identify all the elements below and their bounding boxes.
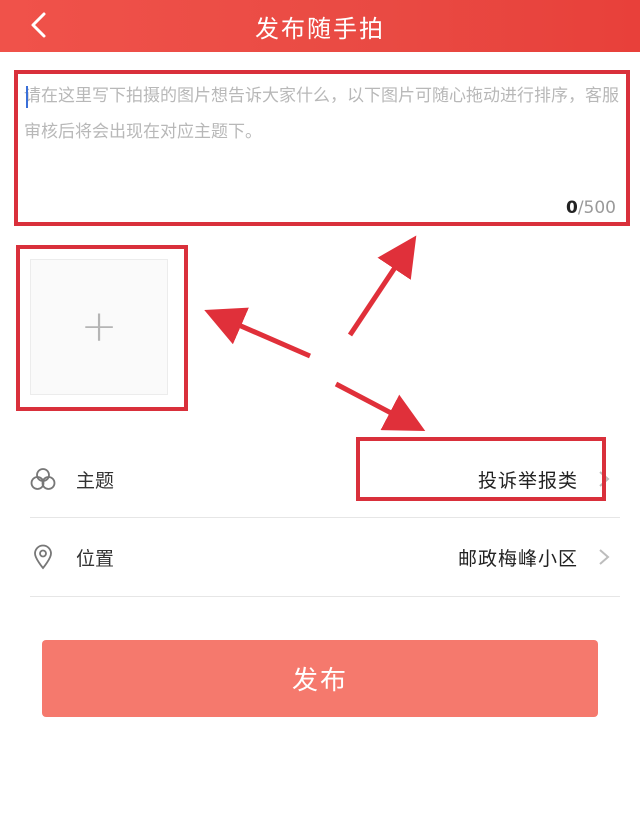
character-count-current: 0 <box>565 198 578 218</box>
text-cursor <box>26 86 28 108</box>
arrow-to-text-area <box>347 235 417 337</box>
location-label: 位置 <box>76 547 115 570</box>
post-content-input[interactable] <box>24 78 620 196</box>
topic-label: 主题 <box>76 469 115 492</box>
topic-row[interactable]: 主题 投诉举报类 <box>30 440 620 518</box>
arrow-to-photo <box>204 307 311 359</box>
page-title: 发布随手拍 <box>255 14 385 43</box>
publish-button[interactable]: 发布 <box>42 640 598 717</box>
character-counter: 0/500 <box>566 198 616 218</box>
location-row[interactable]: 位置 邮政梅峰小区 <box>30 518 620 596</box>
chevron-right-icon <box>599 471 610 487</box>
chevron-left-icon <box>31 12 46 38</box>
back-button[interactable] <box>22 8 56 42</box>
add-photo-button[interactable]: + <box>30 259 168 395</box>
topic-value: 投诉举报类 <box>477 469 578 492</box>
chevron-right-icon <box>599 549 610 565</box>
plus-icon: + <box>80 301 118 352</box>
header-bar: 发布随手拍 <box>0 0 640 52</box>
topic-circles-icon <box>30 466 56 492</box>
character-count-max: /500 <box>577 198 616 218</box>
arrow-to-topic <box>334 381 426 431</box>
row-divider <box>30 596 620 597</box>
post-text-area-highlight: 0/500 <box>14 70 630 226</box>
add-photo-highlight: + <box>16 245 188 411</box>
location-pin-icon <box>30 544 56 570</box>
location-value: 邮政梅峰小区 <box>457 547 578 570</box>
